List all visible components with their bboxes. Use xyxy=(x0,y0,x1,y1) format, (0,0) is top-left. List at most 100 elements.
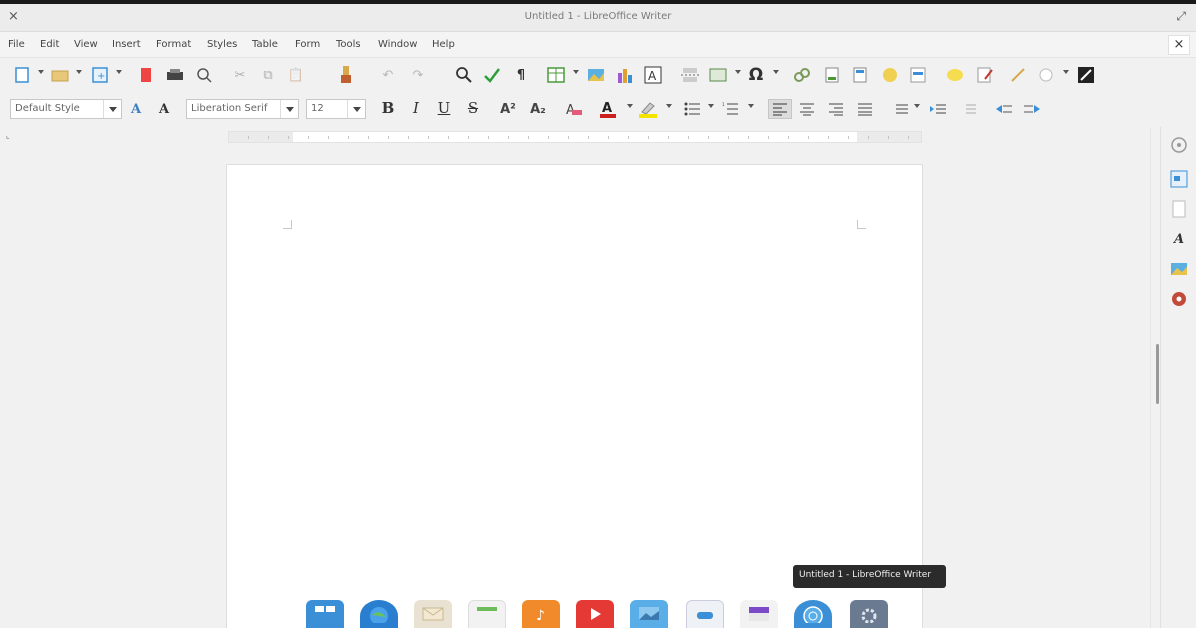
right-to-left-icon[interactable] xyxy=(1022,99,1042,119)
properties-icon[interactable] xyxy=(1169,135,1189,155)
line-spacing-icon[interactable] xyxy=(890,99,910,119)
cut-icon[interactable]: ✂ xyxy=(230,65,250,85)
menu-edit[interactable]: Edit xyxy=(40,39,59,50)
new-document-icon[interactable] xyxy=(12,65,32,85)
align-left-icon[interactable] xyxy=(768,99,792,119)
window-maximize-button[interactable]: ⤢ xyxy=(1176,9,1186,24)
menu-file[interactable]: File xyxy=(8,39,25,50)
field-dropdown[interactable] xyxy=(735,70,741,74)
footnote-icon[interactable] xyxy=(822,65,842,85)
spelling-icon[interactable] xyxy=(482,65,502,85)
insert-textbox-icon[interactable]: A xyxy=(643,65,663,85)
underline-button[interactable]: U xyxy=(433,99,455,119)
clone-formatting-icon[interactable] xyxy=(336,65,356,85)
menu-form[interactable]: Form xyxy=(295,39,320,50)
new-style-icon[interactable]: A xyxy=(154,99,174,119)
clear-formatting-icon[interactable]: A xyxy=(564,99,584,119)
insert-line-icon[interactable] xyxy=(1008,65,1028,85)
photos-icon[interactable] xyxy=(630,600,668,628)
align-right-icon[interactable] xyxy=(826,99,846,119)
menu-window[interactable]: Window xyxy=(378,39,417,50)
gallery-icon[interactable] xyxy=(1169,259,1189,279)
update-style-icon[interactable]: A xyxy=(126,99,146,119)
open-folder-icon[interactable] xyxy=(50,65,70,85)
close-document-button[interactable]: × xyxy=(1168,35,1190,55)
highlight-dropdown[interactable] xyxy=(666,104,672,108)
web-browser-icon[interactable] xyxy=(360,600,398,628)
chevron-down-icon[interactable] xyxy=(103,100,121,118)
menu-styles[interactable]: Styles xyxy=(207,39,237,50)
menu-format[interactable]: Format xyxy=(156,39,191,50)
hyperlink-icon[interactable] xyxy=(792,65,812,85)
italic-button[interactable]: I xyxy=(405,99,427,119)
insert-table-icon[interactable] xyxy=(546,65,566,85)
open-dropdown[interactable] xyxy=(76,70,82,74)
font-color-dropdown[interactable] xyxy=(627,104,633,108)
strikethrough-button[interactable]: S xyxy=(462,99,484,119)
paste-icon[interactable]: 📋 xyxy=(286,65,306,85)
formatting-marks-icon[interactable]: ¶ xyxy=(511,65,531,85)
bullet-list-icon[interactable] xyxy=(682,99,702,119)
menu-tools[interactable]: Tools xyxy=(336,39,361,50)
horizontal-ruler[interactable] xyxy=(228,131,922,143)
special-character-icon[interactable]: Ω xyxy=(746,65,766,85)
multitasking-view-icon[interactable] xyxy=(306,600,344,628)
draw-functions-icon[interactable] xyxy=(1076,65,1096,85)
bookmark-icon[interactable] xyxy=(880,65,900,85)
calendar-icon[interactable] xyxy=(468,600,506,628)
system-settings-icon[interactable] xyxy=(850,600,888,628)
appcenter-icon[interactable] xyxy=(740,600,778,628)
find-replace-icon[interactable] xyxy=(454,65,474,85)
numbered-dropdown[interactable] xyxy=(748,104,754,108)
export-pdf-icon[interactable] xyxy=(136,65,156,85)
increase-indent-icon[interactable] xyxy=(928,99,948,119)
copy-icon[interactable]: ⧉ xyxy=(258,65,278,85)
vertical-scrollbar[interactable] xyxy=(1150,127,1160,628)
chevron-down-icon[interactable] xyxy=(347,100,365,118)
menu-table[interactable]: Table xyxy=(252,39,278,50)
bullet-dropdown[interactable] xyxy=(708,104,714,108)
insert-image-icon[interactable] xyxy=(586,65,606,85)
decrease-indent-icon[interactable] xyxy=(958,99,978,119)
paragraph-style-combo[interactable]: Default Style xyxy=(10,99,122,119)
insert-chart-icon[interactable] xyxy=(615,65,635,85)
line-spacing-dropdown[interactable] xyxy=(914,104,920,108)
chevron-down-icon[interactable] xyxy=(280,100,298,118)
comment-icon[interactable] xyxy=(945,65,965,85)
page-icon[interactable] xyxy=(1169,169,1189,189)
switchboard-icon[interactable] xyxy=(686,600,724,628)
mail-icon[interactable] xyxy=(414,600,452,628)
page-break-icon[interactable] xyxy=(680,65,700,85)
menu-help[interactable]: Help xyxy=(432,39,455,50)
navigator-icon[interactable] xyxy=(1169,289,1189,309)
print-icon[interactable] xyxy=(165,65,185,85)
epiphany-icon[interactable] xyxy=(794,600,832,628)
special-char-dropdown[interactable] xyxy=(773,70,779,74)
document-page[interactable] xyxy=(226,164,923,628)
insert-field-icon[interactable] xyxy=(708,65,728,85)
font-color-icon[interactable]: A xyxy=(598,99,618,119)
superscript-icon[interactable]: A² xyxy=(498,99,518,119)
videos-icon[interactable] xyxy=(576,600,614,628)
highlight-color-icon[interactable] xyxy=(638,99,658,119)
subscript-icon[interactable]: A₂ xyxy=(528,99,548,119)
save-dropdown[interactable] xyxy=(116,70,122,74)
cross-reference-icon[interactable] xyxy=(908,65,928,85)
music-icon[interactable]: ♪ xyxy=(522,600,560,628)
justify-icon[interactable] xyxy=(855,99,875,119)
font-name-combo[interactable]: Liberation Serif xyxy=(186,99,299,119)
left-to-right-icon[interactable] xyxy=(994,99,1014,119)
shapes-dropdown[interactable] xyxy=(1063,70,1069,74)
font-size-combo[interactable]: 12 xyxy=(306,99,366,119)
scrollbar-thumb[interactable] xyxy=(1156,344,1159,404)
save-icon[interactable]: + xyxy=(90,65,110,85)
basic-shapes-icon[interactable] xyxy=(1036,65,1056,85)
redo-icon[interactable]: ↷ xyxy=(408,65,428,85)
bold-button[interactable]: B xyxy=(377,99,399,119)
menu-insert[interactable]: Insert xyxy=(112,39,141,50)
styles-a-icon[interactable]: A xyxy=(1169,229,1189,249)
track-changes-icon[interactable] xyxy=(975,65,995,85)
undo-icon[interactable]: ↶ xyxy=(378,65,398,85)
align-center-icon[interactable] xyxy=(797,99,817,119)
menu-view[interactable]: View xyxy=(74,39,98,50)
